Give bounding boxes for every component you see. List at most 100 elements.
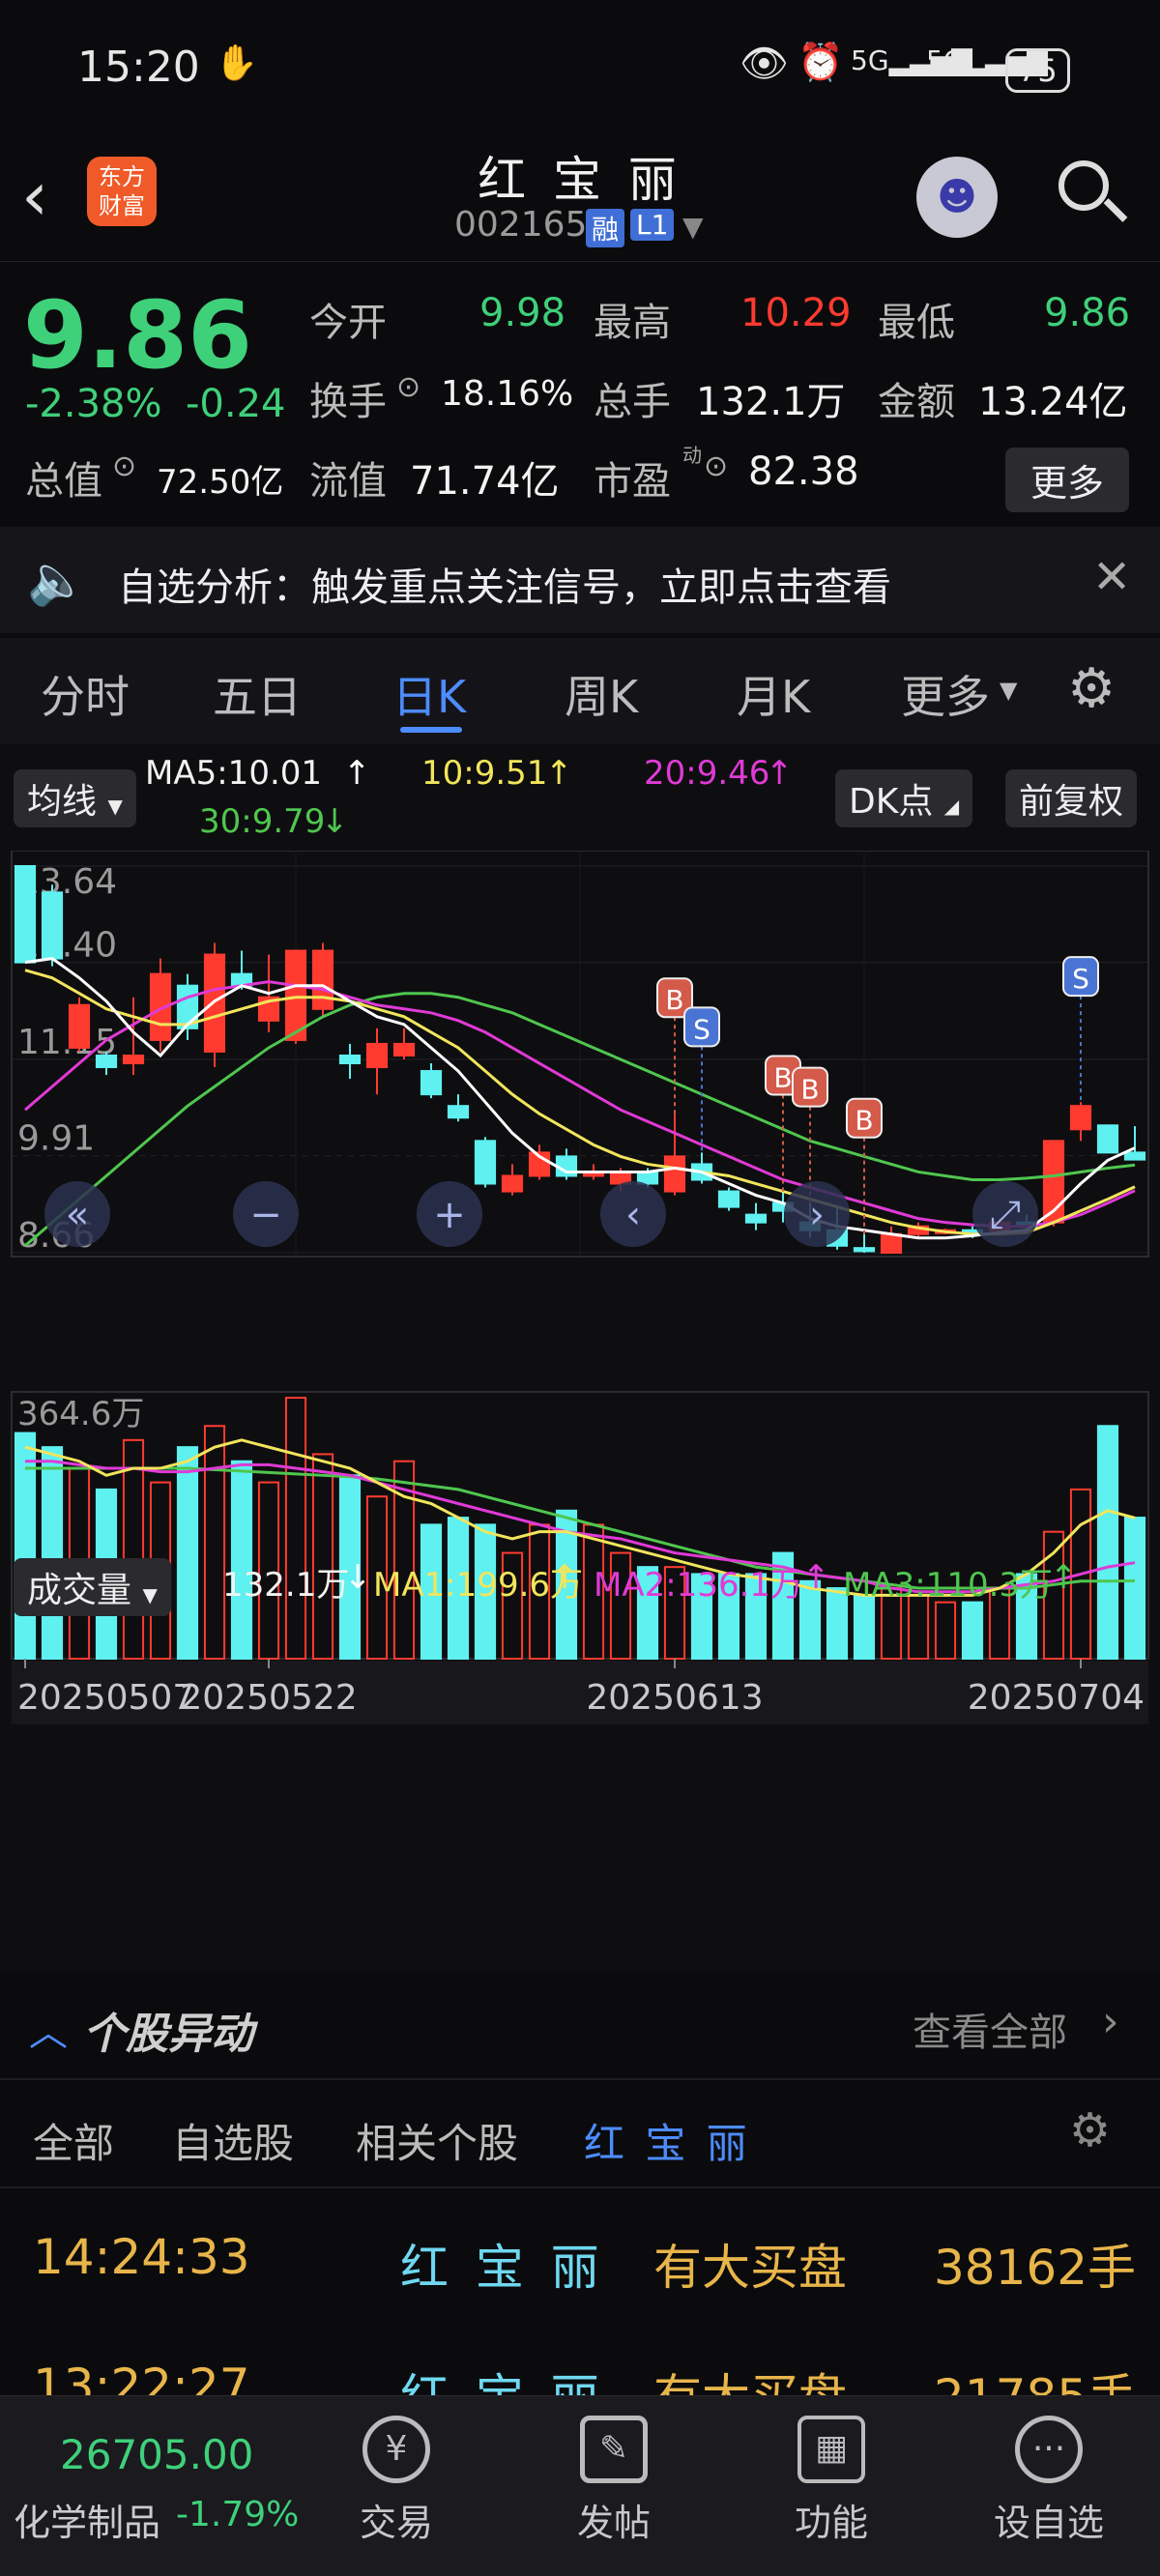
ma10-arrow: ↑ — [545, 754, 573, 793]
mktcap-label: 总值 — [25, 459, 102, 504]
more-button[interactable]: 更多 — [1005, 448, 1130, 512]
dk-signal-label: B — [665, 984, 683, 1016]
amount-label: 金额 — [878, 380, 955, 424]
volume-current-arrow: ↓ — [344, 1558, 372, 1597]
margin-badge: 融 — [586, 209, 625, 247]
candle-body — [68, 1003, 91, 1049]
candle-body — [636, 1171, 659, 1185]
filter-all[interactable]: 全部 — [33, 2111, 114, 2170]
fullscreen-icon-glyph: ⤢ — [990, 1193, 1021, 1237]
rewind-icon-glyph: « — [66, 1193, 89, 1237]
change-percent: -2.38% — [25, 382, 162, 426]
chevron-down-icon: ◢ — [943, 795, 960, 818]
volume-label: 总手 — [594, 380, 671, 424]
dk-point-label: DK点 — [849, 782, 934, 822]
volume-bar — [41, 1446, 64, 1660]
turnover-value: 18.16% — [441, 374, 574, 414]
filter-watchlist[interactable]: 自选股 — [172, 2111, 294, 2170]
volume-y-tick: 364.6万 — [17, 1395, 144, 1433]
status-bar: 15:20 ✋ 👁 ⏰ 5G▂▃▅▇ 5G▂▃▅▇ 75 — [0, 0, 1160, 135]
open-value: 9.98 — [479, 291, 566, 335]
vol-ma2-label: MA2:136.1万 — [594, 1566, 804, 1605]
edit-icon: ✎ — [580, 2416, 648, 2483]
list-item[interactable]: 14:24:33 红 宝 丽 有大买盘 38162手 — [0, 2190, 1160, 2316]
last-price: 9.86 — [23, 281, 252, 390]
candle-body — [447, 1105, 470, 1119]
nav-functions-label: 功能 — [794, 2502, 868, 2544]
index-name: 化学制品 — [14, 2502, 161, 2544]
volume-select[interactable]: 成交量 ▼ — [14, 1558, 171, 1616]
vol-ma3-arrow: ↑ — [1050, 1558, 1078, 1597]
status-time: 15:20 — [77, 43, 200, 92]
chevron-down-icon: ▼ — [142, 1583, 158, 1606]
dropdown-caret-icon[interactable]: ▼ — [682, 211, 704, 243]
search-icon[interactable] — [1058, 160, 1109, 211]
volume-bar — [122, 1438, 145, 1661]
nav-functions[interactable]: ▦ 功能 — [735, 2416, 928, 2546]
candle-body — [203, 953, 226, 1053]
close-icon[interactable]: ✕ — [1092, 550, 1131, 604]
tab-five-day[interactable]: 五日 — [213, 662, 302, 726]
collapse-chevron-icon[interactable]: ︿ — [29, 2001, 68, 2057]
nav-post[interactable]: ✎ 发帖 — [517, 2416, 710, 2546]
gear-icon[interactable]: ⚙ — [1069, 2103, 1111, 2157]
nav-trade[interactable]: ¥ 交易 — [300, 2416, 493, 2546]
adjust-select[interactable]: 前复权 — [1005, 769, 1138, 827]
more-dots-icon: ··· — [1015, 2416, 1083, 2483]
vol-ma3-label: MA3:110.3万 — [843, 1566, 1054, 1605]
info-icon[interactable]: ⊙ — [396, 370, 420, 404]
volume-bar — [203, 1425, 226, 1660]
mover-stock: 红 宝 丽 — [400, 2240, 605, 2296]
dk-signal-label: S — [693, 1013, 710, 1045]
tab-more[interactable]: 更多 — [901, 662, 990, 726]
dk-point-select[interactable]: DK点 ◢ — [835, 769, 973, 827]
mktcap-value: 72.50亿 — [157, 463, 284, 502]
candle-body — [284, 949, 307, 1041]
filter-related[interactable]: 相关个股 — [356, 2111, 518, 2170]
nav-post-label: 发帖 — [576, 2502, 651, 2544]
info-icon[interactable]: ⊙ — [704, 449, 728, 483]
ma20-label: 20:9.46 — [644, 754, 770, 793]
candle-body — [744, 1213, 768, 1224]
candle-body — [392, 1042, 416, 1056]
next-icon-glyph: › — [809, 1193, 825, 1237]
period-tabs: 分时 五日 日K 周K 月K 更多 ▼ ⚙ — [0, 638, 1160, 744]
ma-select[interactable]: 均线 ▼ — [14, 769, 136, 827]
tab-weekly-k[interactable]: 周K — [565, 662, 638, 726]
candle-body — [717, 1190, 740, 1208]
kline-chart[interactable]: 13.6412.4011.159.918.66BSBBBS«−+‹›⤢364.6… — [0, 851, 1160, 1972]
mover-time: 14:24:33 — [33, 2229, 250, 2285]
view-all-link[interactable]: 查看全部 — [913, 2001, 1067, 2057]
vol-ma1-arrow: ↑ — [551, 1558, 579, 1597]
tab-daily-k[interactable]: 日K — [392, 662, 466, 726]
ma20-arrow: ↑ — [766, 754, 794, 793]
prev-icon-glyph: ‹ — [625, 1193, 641, 1237]
x-tick-label: 20250704 — [968, 1678, 1145, 1718]
chevron-down-icon: ▼ — [1000, 677, 1018, 704]
volume-bar — [1096, 1425, 1119, 1660]
mover-time: 13:22:27 — [33, 2359, 250, 2397]
robot-assistant-icon[interactable]: ☻ — [916, 157, 998, 238]
tab-monthly-k[interactable]: 月K — [737, 662, 810, 726]
y-tick-label: 9.91 — [17, 1119, 95, 1159]
info-icon[interactable]: ⊙ — [112, 449, 136, 483]
ma5-arrow: ↑ — [343, 754, 371, 793]
volume-current: 132.1万 — [222, 1566, 350, 1605]
change-amount: -0.24 — [186, 382, 286, 426]
dk-signal-label: B — [800, 1074, 819, 1106]
ma30-arrow: ↓ — [321, 802, 349, 841]
industry-index[interactable]: 26705.00 化学制品 -1.79% — [0, 2396, 319, 2576]
list-item[interactable]: 13:22:27 红 宝 丽 有大买盘 21785手 — [0, 2316, 1160, 2397]
candle-body — [95, 1054, 118, 1069]
stock-movers-section: ︿ 个股异动 查看全部 › 全部 自选股 相关个股 红 宝 丽 ⚙ 14:24:… — [0, 1972, 1160, 2397]
filter-current-stock[interactable]: 红 宝 丽 — [584, 2111, 751, 2170]
zoom-in-icon-glyph: + — [433, 1193, 466, 1237]
tab-intraday[interactable]: 分时 — [41, 662, 130, 726]
gear-icon[interactable]: ⚙ — [1067, 657, 1116, 720]
nav-add-watchlist[interactable]: ··· 设自选 — [952, 2416, 1146, 2546]
candle-body — [338, 1054, 362, 1065]
movers-title: 个股异动 — [83, 2010, 253, 2059]
candle-body — [311, 949, 334, 1010]
chevron-right-icon[interactable]: › — [1102, 1997, 1119, 2046]
analysis-banner[interactable]: 🔈 自选分析：触发重点关注信号，立即点击查看 ✕ — [0, 527, 1160, 633]
